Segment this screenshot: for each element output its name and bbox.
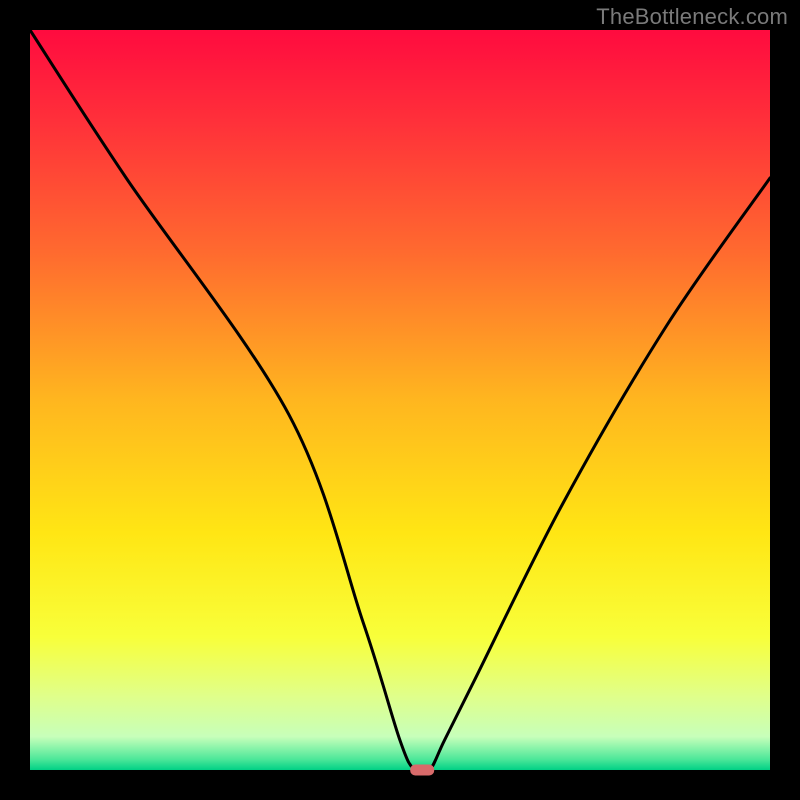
bottleneck-chart [0, 0, 800, 800]
plot-background [30, 30, 770, 770]
chart-frame: TheBottleneck.com [0, 0, 800, 800]
optimum-marker [410, 765, 434, 776]
